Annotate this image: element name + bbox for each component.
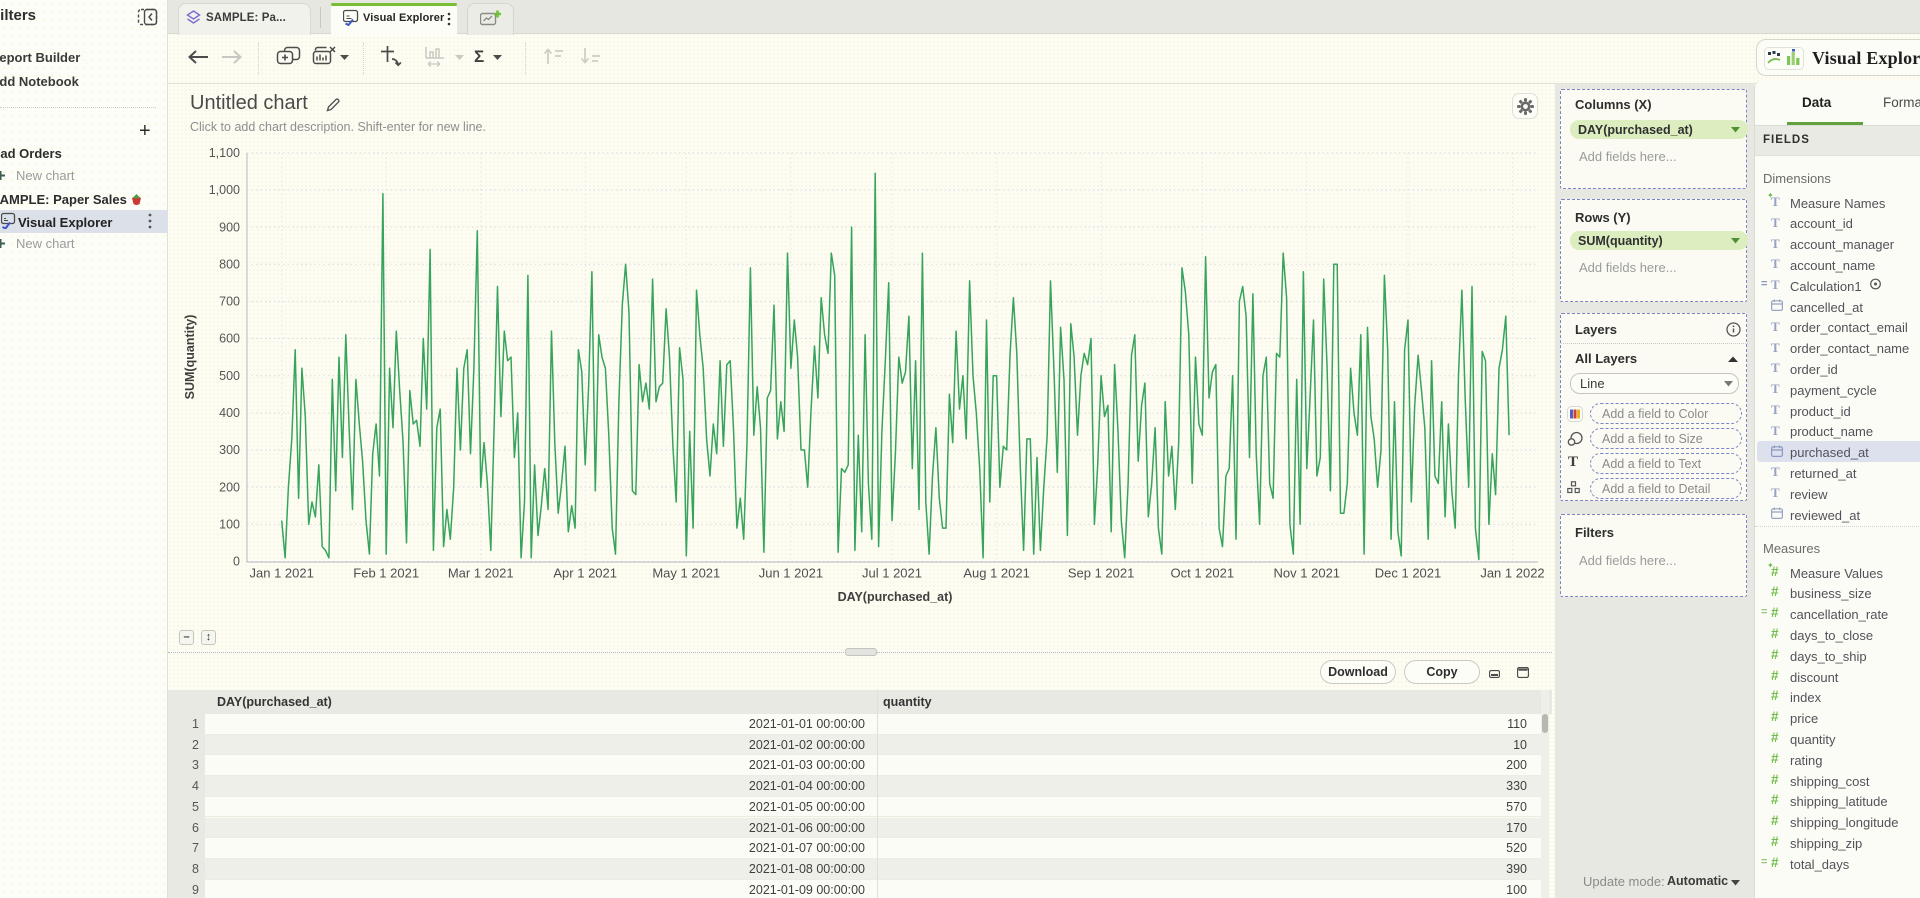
svg-text:600: 600 (219, 332, 240, 346)
svg-text:900: 900 (219, 220, 240, 234)
svg-text:Nov 1 2021: Nov 1 2021 (1274, 566, 1341, 581)
svg-text:Jun 1 2021: Jun 1 2021 (759, 566, 823, 581)
svg-text:SUM(quantity): SUM(quantity) (183, 315, 197, 400)
svg-text:DAY(purchased_at): DAY(purchased_at) (838, 590, 953, 604)
svg-text:400: 400 (219, 406, 240, 420)
svg-text:Jul 1 2021: Jul 1 2021 (862, 566, 922, 581)
svg-text:Jan 1 2021: Jan 1 2021 (250, 566, 314, 581)
svg-text:May 1 2021: May 1 2021 (652, 566, 720, 581)
svg-text:Sep 1 2021: Sep 1 2021 (1068, 566, 1135, 581)
svg-text:200: 200 (219, 480, 240, 494)
svg-text:700: 700 (219, 295, 240, 309)
svg-text:Jan 1 2022: Jan 1 2022 (1480, 566, 1544, 581)
svg-text:Feb 1 2021: Feb 1 2021 (353, 566, 419, 581)
svg-text:500: 500 (219, 369, 240, 383)
svg-text:100: 100 (219, 518, 240, 532)
svg-text:Mar 1 2021: Mar 1 2021 (448, 566, 514, 581)
svg-text:Apr 1 2021: Apr 1 2021 (553, 566, 617, 581)
svg-text:800: 800 (219, 257, 240, 271)
svg-text:1,100: 1,100 (209, 146, 240, 160)
svg-text:1,000: 1,000 (209, 183, 240, 197)
svg-text:Dec 1 2021: Dec 1 2021 (1375, 566, 1442, 581)
svg-text:Oct 1 2021: Oct 1 2021 (1170, 566, 1234, 581)
svg-text:300: 300 (219, 443, 240, 457)
svg-text:0: 0 (233, 555, 240, 569)
svg-text:Aug 1 2021: Aug 1 2021 (963, 566, 1030, 581)
